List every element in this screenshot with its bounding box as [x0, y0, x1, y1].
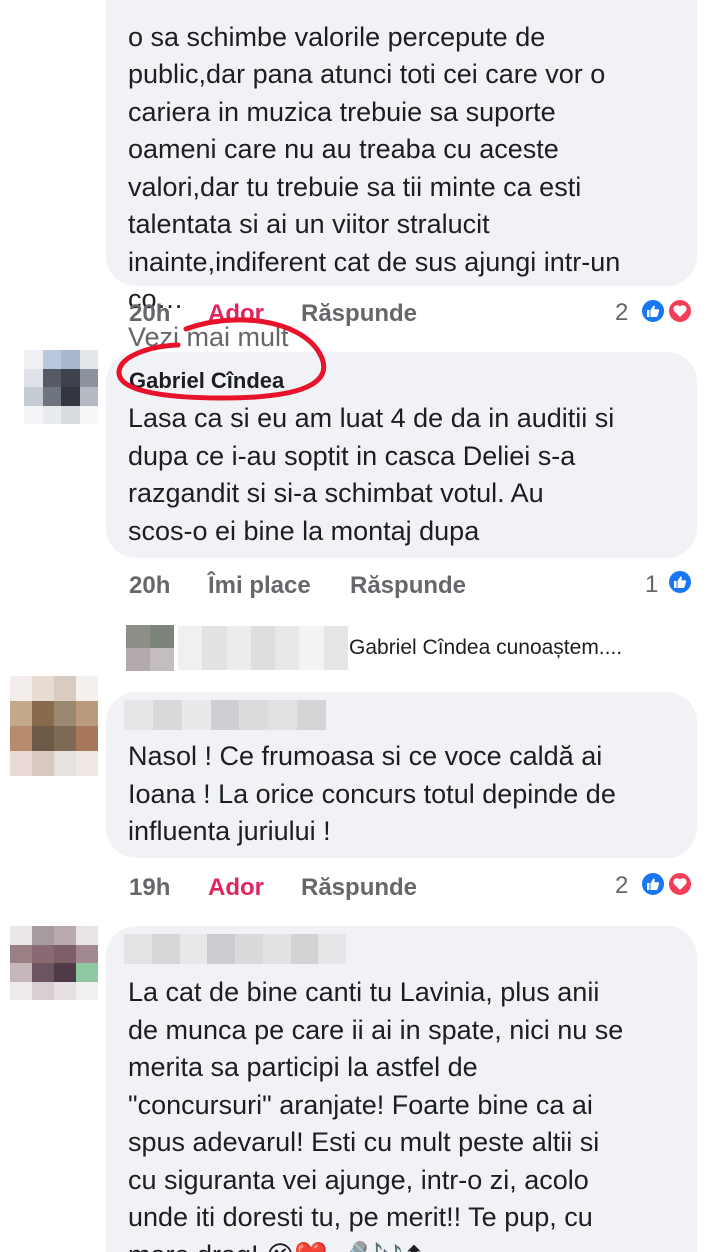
reply-button[interactable]: Răspunde	[301, 300, 417, 328]
comment-text: Lasa ca si eu am luat 4 de da in auditii…	[128, 403, 615, 546]
avatar[interactable]	[10, 926, 98, 1000]
emoji-icons: 😉❤️ 🎤🎶⬆	[266, 1238, 425, 1252]
reply-preview-text[interactable]: Gabriel Cîndea cunoaștem....	[349, 636, 622, 660]
comment-time[interactable]: 19h	[129, 874, 170, 902]
love-reaction-icon	[667, 298, 693, 324]
comment-text: La cat de bine canti tu Lavinia, plus an…	[128, 974, 688, 1252]
avatar[interactable]	[10, 676, 98, 776]
reaction-count[interactable]: 2	[615, 299, 628, 327]
like-reaction-icon	[640, 871, 666, 897]
like-button[interactable]: Îmi place	[208, 572, 311, 600]
like-reaction-icon	[640, 298, 666, 324]
comment-text: Nasol ! Ce frumoasa si ce voce caldă ai …	[128, 741, 616, 846]
love-reaction-icon	[667, 871, 693, 897]
reply-button[interactable]: Răspunde	[350, 572, 466, 600]
like-button[interactable]: Ador	[208, 300, 264, 328]
reaction-count[interactable]: 1	[645, 571, 658, 599]
reaction-count[interactable]: 2	[615, 872, 628, 900]
reply-avatar[interactable]	[126, 625, 174, 671]
like-reaction-icon	[667, 569, 693, 595]
reply-author-blurred[interactable]	[178, 626, 348, 670]
avatar[interactable]	[24, 350, 98, 424]
like-button[interactable]: Ador	[208, 874, 264, 902]
comment-author-blurred[interactable]	[124, 700, 327, 730]
comment-author[interactable]: Gabriel Cîndea	[129, 368, 284, 394]
comment-time[interactable]: 20h	[129, 572, 170, 600]
comment-author-blurred[interactable]	[124, 934, 346, 964]
comment-time[interactable]: 20h	[129, 300, 170, 328]
reply-button[interactable]: Răspunde	[301, 874, 417, 902]
